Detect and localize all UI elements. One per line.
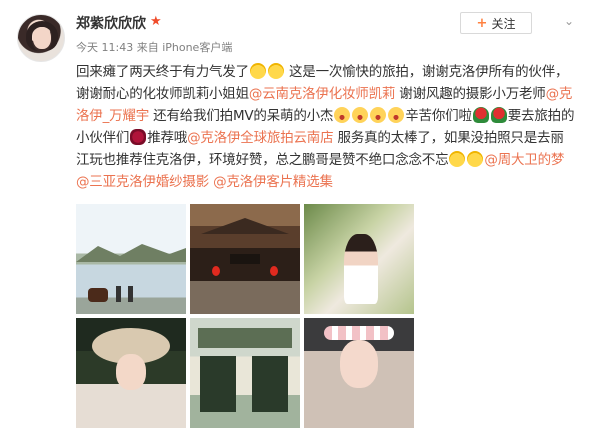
laugh-emoji-icon xyxy=(449,151,466,167)
vip-badge-icon[interactable]: ★ xyxy=(150,14,162,29)
wow-emoji-icon xyxy=(352,107,369,123)
lake-horse-photo[interactable] xyxy=(76,204,186,314)
post-meta: 今天 11:43 来自 iPhone客户端 xyxy=(76,41,233,54)
wow-emoji-icon xyxy=(370,107,387,123)
person-shape xyxy=(116,286,121,302)
face-shape xyxy=(116,354,146,390)
mention-link[interactable]: @克洛伊全球旅拍云南店 xyxy=(187,130,334,146)
post-text-segment: 推荐哦 xyxy=(147,130,188,146)
green-doors-street-photo[interactable] xyxy=(190,318,300,428)
face-shape xyxy=(340,340,378,388)
post-text-segment: 辛苦你们啦 xyxy=(405,108,472,124)
flower-crown-portrait-photo[interactable] xyxy=(304,318,414,428)
flower-crown-shape xyxy=(324,326,394,340)
lantern-shape xyxy=(270,266,278,276)
laugh-emoji-icon xyxy=(267,63,284,79)
mountain-shape xyxy=(76,244,186,262)
mention-link[interactable]: @克洛伊客片精选集 xyxy=(213,174,333,190)
mention-link[interactable]: @周大卫的梦 xyxy=(484,152,564,168)
post-text-segment: 还有给我们拍MV的呆萌的小杰 xyxy=(149,108,334,124)
post-text: 回来瘫了两天终于有力气发了 这是一次愉快的旅拍，谢谢克洛伊所有的伙伴，谢谢耐心的… xyxy=(76,61,576,193)
post-text-segment: 回来瘫了两天终于有力气发了 xyxy=(76,64,249,80)
avatar-face xyxy=(33,27,51,49)
user-avatar[interactable] xyxy=(17,14,65,62)
rose-emoji-icon xyxy=(490,107,507,123)
straw-hat-portrait-photo[interactable] xyxy=(76,318,186,428)
follow-label: 关注 xyxy=(491,16,516,31)
rose-emoji-icon xyxy=(472,107,489,123)
mention-link[interactable]: @云南克洛伊化妆师凯莉 xyxy=(249,86,396,102)
username[interactable]: 郑紫欣欣欣 xyxy=(76,13,146,33)
girl-shape xyxy=(344,234,378,304)
lips-emoji-icon xyxy=(130,129,147,145)
wow-emoji-icon xyxy=(334,107,351,123)
laugh-emoji-icon xyxy=(249,63,266,79)
mention-link[interactable]: @三亚克洛伊婚纱摄影 xyxy=(76,174,209,190)
courtyard-lanterns-photo[interactable] xyxy=(190,204,300,314)
laugh-emoji-icon xyxy=(467,151,484,167)
post-text-segment: 谢谢风趣的摄影小万老师 xyxy=(395,86,546,102)
chevron-down-icon[interactable]: ⌄ xyxy=(562,14,576,28)
sign-shape xyxy=(230,254,260,264)
plus-icon: + xyxy=(476,15,488,31)
window-shape xyxy=(198,328,292,348)
lantern-shape xyxy=(212,266,220,276)
door-shape xyxy=(200,356,236,412)
person-shape xyxy=(128,286,133,302)
horse-shape xyxy=(88,288,108,302)
door-shape xyxy=(252,356,288,412)
follow-button[interactable]: + 关注 xyxy=(460,12,532,34)
weibo-post-card: 郑紫欣欣欣 ★ 今天 11:43 来自 iPhone客户端 + 关注 ⌄ 回来瘫… xyxy=(0,0,590,433)
wow-emoji-icon xyxy=(388,107,405,123)
girl-kiss-flowers-photo[interactable] xyxy=(304,204,414,314)
roof-shape xyxy=(201,218,289,234)
